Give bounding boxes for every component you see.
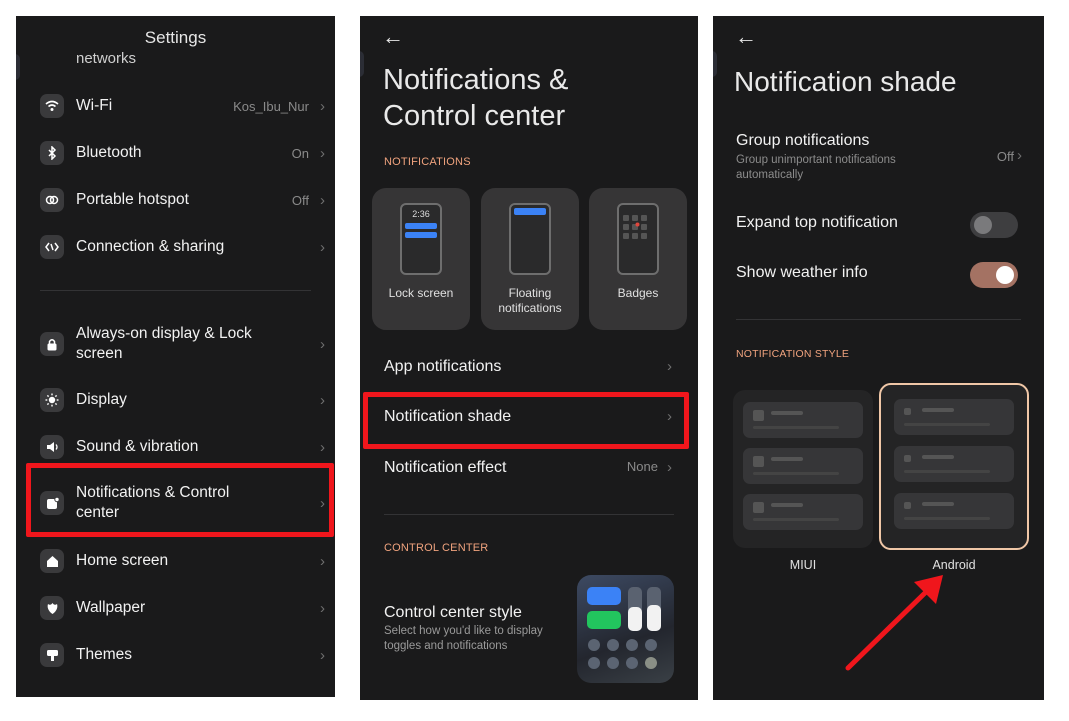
- row-label: Control center style: [384, 604, 522, 621]
- row-label: App notifications: [384, 358, 502, 375]
- scrolled-text: networks: [76, 52, 137, 66]
- row-subtitle: Select how you'd like to display toggles…: [384, 625, 543, 652]
- back-arrow-icon[interactable]: ←: [735, 24, 757, 50]
- settings-title: Settings: [144, 28, 207, 47]
- chevron-right-icon: ›: [320, 646, 325, 664]
- chevron-right-icon: ›: [667, 459, 672, 476]
- hotspot-icon: [40, 188, 64, 212]
- expand-top-notification-row[interactable]: Expand top notification: [713, 212, 1044, 238]
- chevron-right-icon: ›: [320, 335, 325, 353]
- lock-screen-phone-icon: 2:36: [400, 203, 442, 275]
- bluetooth-icon: [40, 141, 64, 165]
- chevron-right-icon: ›: [320, 438, 325, 456]
- wifi-icon: [40, 94, 64, 118]
- page-title-line2: Control center: [383, 100, 566, 132]
- settings-item-label: Home screen: [76, 552, 169, 569]
- style-option-label: Android: [932, 558, 976, 572]
- wallpaper-icon: [40, 596, 64, 620]
- chevron-right-icon: ›: [320, 97, 325, 115]
- section-header-notifications: NOTIFICATIONS: [384, 156, 471, 168]
- divider: [736, 319, 1021, 320]
- expand-top-notification-toggle[interactable]: [970, 212, 1018, 238]
- settings-item-label: Display: [76, 391, 127, 408]
- row-label: Group notifications: [736, 132, 870, 149]
- floating-notifications-card[interactable]: Floating notifications: [481, 188, 579, 330]
- badges-card[interactable]: Badges: [589, 188, 687, 330]
- row-label: Notification effect: [384, 459, 507, 476]
- lock-screen-time: 2:36: [412, 209, 430, 219]
- section-header-control-center: CONTROL CENTER: [384, 542, 489, 554]
- floating-phone-icon: [509, 203, 551, 275]
- back-arrow-icon[interactable]: ←: [382, 24, 404, 50]
- notifications-control-center-screen: ← Notifications & Control center NOTIFIC…: [360, 16, 698, 700]
- settings-item-label: Always-on display & Lock screen: [76, 325, 252, 362]
- edge-tab: [16, 54, 20, 80]
- section-header-notification-style: NOTIFICATION STYLE: [736, 348, 850, 360]
- chevron-right-icon: ›: [320, 191, 325, 209]
- badges-phone-icon: [617, 203, 659, 275]
- settings-item-display[interactable]: Display ›: [16, 388, 335, 412]
- settings-item-value: Off: [291, 192, 309, 208]
- card-label: Badges: [617, 286, 659, 300]
- display-brightness-icon: [40, 388, 64, 412]
- show-weather-info-row[interactable]: Show weather info: [713, 262, 1044, 288]
- highlight-box: [26, 463, 334, 537]
- highlight-box: [363, 392, 689, 449]
- style-option-miui[interactable]: [733, 390, 873, 548]
- settings-item-label: Bluetooth: [76, 144, 142, 161]
- row-value: None: [626, 459, 658, 474]
- settings-item-themes[interactable]: Themes ›: [16, 643, 335, 667]
- show-weather-info-toggle[interactable]: [970, 262, 1018, 288]
- settings-item-label: Wallpaper: [76, 599, 146, 616]
- group-notifications-row[interactable]: Group notifications Group unimportant no…: [713, 132, 1044, 188]
- edge-tab: [360, 51, 364, 77]
- themes-icon: [40, 643, 64, 667]
- home-icon: [40, 549, 64, 573]
- style-option-android[interactable]: [879, 383, 1029, 550]
- page-title-line1: Notifications &: [383, 64, 569, 96]
- row-label: Expand top notification: [736, 214, 898, 231]
- speaker-icon: [40, 435, 64, 459]
- settings-screen: Settings networks Wi-Fi Kos_Ibu_Nur › Bl…: [16, 16, 335, 697]
- connection-sharing-icon: [40, 235, 64, 259]
- settings-item-wifi[interactable]: Wi-Fi Kos_Ibu_Nur ›: [16, 94, 335, 118]
- notification-shade-screen: ← Notification shade Group notifications…: [713, 16, 1044, 700]
- settings-item-hotspot[interactable]: Portable hotspot Off ›: [16, 188, 335, 212]
- chevron-right-icon: ›: [1017, 147, 1022, 164]
- row-label: Show weather info: [736, 264, 868, 281]
- settings-item-bluetooth[interactable]: Bluetooth On ›: [16, 141, 335, 165]
- chevron-right-icon: ›: [320, 238, 325, 256]
- settings-item-label: Portable hotspot: [76, 191, 189, 208]
- lock-icon: [40, 332, 64, 356]
- page-title: Notification shade: [734, 66, 957, 97]
- style-option-label: MIUI: [789, 558, 817, 572]
- notification-effect-row[interactable]: Notification effect None ›: [360, 459, 698, 479]
- settings-item-home-screen[interactable]: Home screen ›: [16, 549, 335, 573]
- chevron-right-icon: ›: [320, 599, 325, 617]
- settings-item-connection-sharing[interactable]: Connection & sharing ›: [16, 235, 335, 259]
- card-label: Lock screen: [388, 286, 454, 300]
- card-label: Floating notifications: [498, 286, 562, 315]
- settings-item-always-on-display[interactable]: Always-on display & Lock screen ›: [16, 324, 335, 364]
- settings-item-label: Themes: [76, 646, 132, 663]
- row-subtitle: Group unimportant notifications automati…: [736, 154, 896, 181]
- settings-item-value: On: [291, 145, 309, 161]
- chevron-right-icon: ›: [320, 391, 325, 409]
- control-center-preview: [577, 575, 674, 683]
- divider: [384, 514, 674, 515]
- settings-item-wallpaper[interactable]: Wallpaper ›: [16, 596, 335, 620]
- edge-tab: [713, 51, 717, 77]
- settings-item-label: Wi-Fi: [76, 97, 113, 114]
- app-notifications-row[interactable]: App notifications ›: [360, 358, 698, 378]
- divider: [40, 290, 311, 291]
- settings-item-label: Connection & sharing: [76, 238, 225, 255]
- row-value: Off: [996, 149, 1014, 164]
- settings-item-label: Sound & vibration: [76, 438, 199, 455]
- chevron-right-icon: ›: [320, 552, 325, 570]
- settings-item-sound[interactable]: Sound & vibration ›: [16, 435, 335, 459]
- chevron-right-icon: ›: [320, 144, 325, 162]
- settings-item-value: Kos_Ibu_Nur: [233, 98, 309, 114]
- lock-screen-card[interactable]: 2:36 Lock screen: [372, 188, 470, 330]
- chevron-right-icon: ›: [667, 358, 672, 375]
